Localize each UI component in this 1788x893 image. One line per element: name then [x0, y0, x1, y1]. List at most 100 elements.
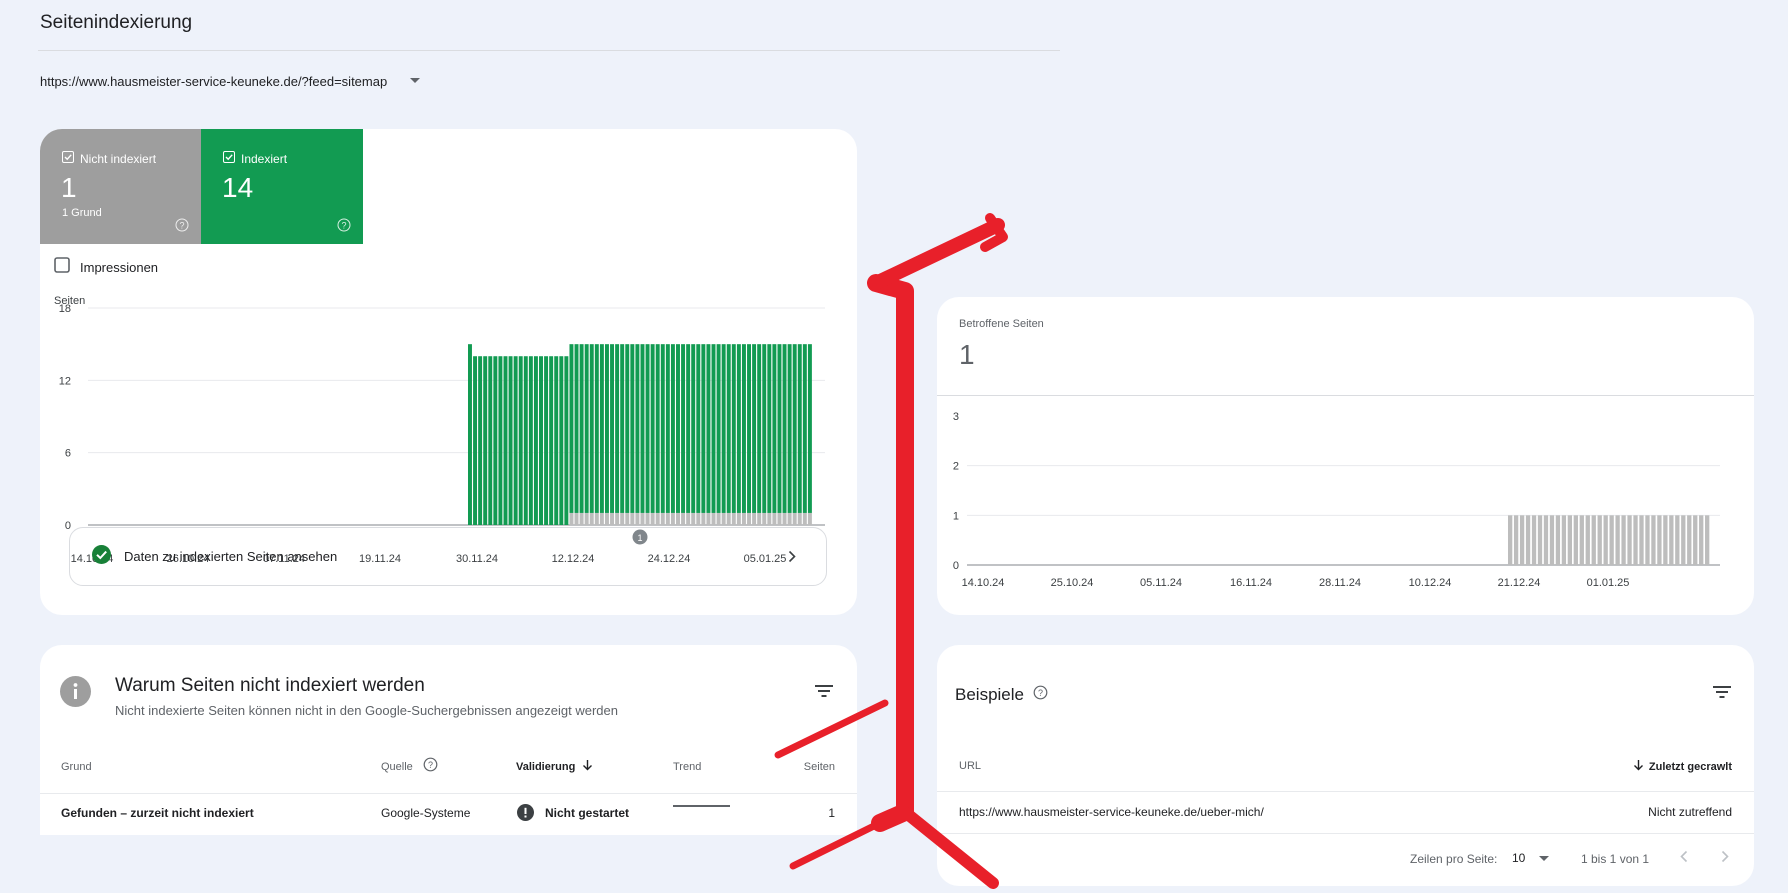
- filter-icon[interactable]: [1713, 685, 1731, 704]
- examples-title: Beispiele: [955, 685, 1024, 704]
- bar-affected: [1639, 515, 1644, 565]
- impressions-label: Impressionen: [80, 260, 159, 275]
- help-icon[interactable]: ?: [1033, 685, 1048, 705]
- info-icon: [60, 676, 91, 712]
- rows-per-page-select[interactable]: 10: [1512, 849, 1550, 867]
- exclamation-icon: [517, 804, 534, 826]
- bar-indexed: [747, 344, 752, 513]
- bar-affected: [1633, 515, 1638, 565]
- bar-not-indexed: [726, 512, 731, 525]
- bar-affected: [1669, 515, 1674, 565]
- bar-not-indexed: [762, 512, 767, 525]
- not-indexed-label: Nicht indexiert: [80, 151, 157, 166]
- bar-indexed: [802, 344, 807, 513]
- y-tick-label: 0: [65, 520, 71, 532]
- why-not-indexed-card: Warum Seiten nicht indexiert werden Nich…: [40, 645, 857, 835]
- bar-affected: [1525, 515, 1531, 565]
- filter-icon[interactable]: [815, 684, 833, 703]
- examples-title-group: Beispiele ?: [955, 685, 1048, 705]
- bar-affected: [1687, 515, 1692, 565]
- column-header-quelle-label: Quelle: [381, 761, 413, 773]
- sitemap-selector[interactable]: https://www.hausmeister-service-keuneke.…: [40, 71, 421, 91]
- bar-indexed: [478, 356, 483, 525]
- bar-indexed: [483, 356, 488, 525]
- bar-indexed: [792, 344, 797, 513]
- bar-indexed: [762, 344, 767, 513]
- bar-indexed: [493, 356, 498, 525]
- bar-indexed: [604, 344, 609, 513]
- why-title: Warum Seiten nicht indexiert werden: [115, 675, 425, 696]
- bar-indexed: [777, 344, 782, 513]
- column-header-url: URL: [959, 760, 982, 772]
- bar-affected: [1567, 515, 1573, 565]
- column-header-last-crawled[interactable]: Zuletzt gecrawlt: [1633, 758, 1732, 776]
- bar-not-indexed: [660, 512, 665, 525]
- bar-not-indexed: [711, 512, 716, 525]
- bar-not-indexed: [752, 512, 757, 525]
- bar-indexed: [635, 344, 640, 513]
- bar-indexed: [772, 344, 777, 513]
- bar-affected: [1615, 515, 1620, 565]
- check-circle-icon: [92, 544, 111, 569]
- help-icon[interactable]: ?: [337, 218, 351, 237]
- bar-indexed: [681, 344, 686, 513]
- bar-not-indexed: [599, 512, 604, 525]
- svg-text:?: ?: [428, 760, 433, 770]
- affected-pages-label: Betroffene Seiten: [959, 318, 1044, 330]
- not-indexed-tile[interactable]: Nicht indexiert 1 1 Grund ?: [40, 129, 201, 244]
- bar-not-indexed: [802, 512, 807, 525]
- view-indexed-data-link[interactable]: Daten zu indexierten Seiten ansehen: [69, 527, 827, 586]
- bar-indexed: [503, 356, 508, 525]
- bar-indexed: [579, 344, 584, 513]
- row-last-crawled: Nicht zutreffend: [1648, 805, 1732, 819]
- table-row[interactable]: https://www.hausmeister-service-keuneke.…: [937, 792, 1754, 833]
- chevron-left-icon[interactable]: [1680, 850, 1688, 868]
- bar-not-indexed: [640, 512, 645, 525]
- bar-indexed: [533, 356, 538, 525]
- bar-not-indexed: [772, 512, 777, 525]
- bar-indexed: [650, 344, 655, 513]
- y-tick-label: 18: [59, 303, 71, 315]
- bar-not-indexed: [635, 512, 640, 525]
- impressions-toggle[interactable]: Impressionen: [54, 257, 158, 278]
- bar-affected: [1591, 515, 1596, 565]
- bar-indexed: [696, 344, 701, 513]
- bar-indexed: [574, 344, 579, 513]
- bar-not-indexed: [767, 512, 772, 525]
- bar-not-indexed: [594, 512, 599, 525]
- indexed-tile[interactable]: Indexiert 14 ?: [201, 129, 363, 244]
- bar-affected: [1651, 515, 1656, 565]
- bar-affected: [1549, 515, 1555, 565]
- bar-indexed: [539, 356, 543, 525]
- bar-not-indexed: [574, 512, 579, 525]
- bar-indexed: [518, 356, 523, 525]
- bar-indexed: [569, 344, 574, 513]
- bar-affected: [1555, 515, 1561, 565]
- table-row[interactable]: Gefunden – zurzeit nicht indexiert Googl…: [40, 794, 857, 835]
- column-header-validierung[interactable]: Validierung: [516, 758, 593, 776]
- bar-indexed: [488, 356, 493, 525]
- affected-pages-count: 1: [959, 339, 975, 370]
- bar-affected: [1705, 515, 1710, 565]
- x-tick-label: 14.10.24: [962, 577, 1005, 589]
- svg-text:?: ?: [179, 221, 184, 231]
- bar-affected: [1561, 515, 1567, 565]
- rows-per-page-value: 10: [1512, 851, 1526, 865]
- bar-indexed: [549, 356, 554, 525]
- row-grund: Gefunden – zurzeit nicht indexiert: [61, 806, 254, 820]
- bar-not-indexed: [615, 512, 620, 525]
- x-tick-label: 01.01.25: [1587, 577, 1630, 589]
- help-icon[interactable]: ?: [423, 757, 438, 777]
- bar-affected: [1519, 515, 1525, 565]
- svg-text:?: ?: [1038, 688, 1043, 698]
- column-header-seiten: Seiten: [803, 761, 835, 773]
- title-divider: [38, 50, 1060, 51]
- bar-indexed: [498, 356, 503, 525]
- help-icon[interactable]: ?: [175, 218, 189, 237]
- bar-not-indexed: [731, 512, 736, 525]
- bar-indexed: [665, 344, 670, 513]
- chevron-right-icon[interactable]: [1721, 850, 1729, 868]
- bar-indexed: [468, 344, 472, 525]
- bar-indexed: [528, 356, 533, 525]
- bar-not-indexed: [741, 512, 746, 525]
